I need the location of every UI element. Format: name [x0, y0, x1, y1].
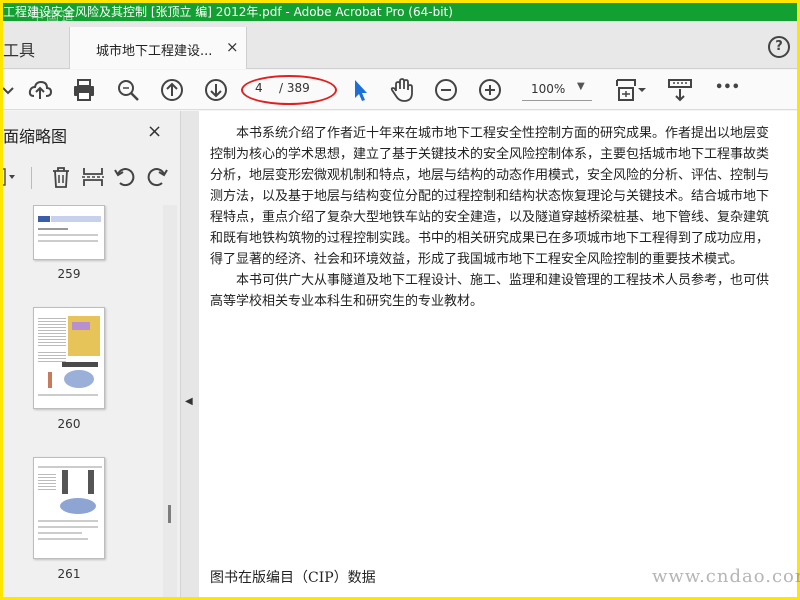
zoom-in-icon[interactable]	[477, 77, 503, 103]
more-icon[interactable]: •••	[715, 80, 741, 106]
trash-icon[interactable]	[49, 165, 73, 189]
thumbnail-page-number: 259	[57, 267, 81, 281]
text-line: 程特点，重点介绍了复杂大型地铁车站的安全建造，以及隧道穿越桥梁桩基、地下管线、复…	[210, 210, 770, 225]
panel-close-icon[interactable]: ×	[147, 121, 162, 142]
watermark-bottom: www.cndao.com	[652, 566, 800, 587]
print-icon[interactable]	[71, 77, 97, 103]
title-bar: 工程建设安全风险及其控制 [张顶立 编] 2012年.pdf - Adobe A…	[3, 3, 797, 21]
thumbnail-scrollbar[interactable]	[163, 205, 177, 597]
panel-title: 面缩略图	[3, 127, 68, 146]
scrollbar-thumb[interactable]	[168, 505, 171, 523]
text-line: 分析，地层变形宏微观机制和特点，地层与结构的动态作用模式，安全风险的分析、评估、…	[210, 168, 770, 183]
thumbnail-page-number: 260	[57, 417, 81, 431]
divider	[31, 167, 32, 189]
hand-tool-icon[interactable]	[389, 77, 415, 103]
cloud-upload-icon[interactable]	[27, 77, 53, 103]
zoom-select[interactable]: 100% ▼	[522, 79, 592, 101]
red-highlight-circle	[241, 75, 337, 105]
tab-document[interactable]: 城市地下工程建设... ×	[69, 27, 247, 69]
tab-close-icon[interactable]: ×	[226, 38, 239, 56]
text-line: 控制为核心的学术思想，建立了基于关键技术的安全风险控制体系，主要包括城市地下工程…	[210, 147, 770, 162]
zoom-value: 100%	[531, 82, 566, 96]
text-line: 本书系统介绍了作者近十年来在城市地下工程安全性控制方面的研究成果。作者提出以地层…	[210, 126, 770, 141]
acrobat-window: 工程建设安全风险及其控制 [张顶立 编] 2012年.pdf - Adobe A…	[3, 3, 797, 597]
page-down-icon[interactable]	[203, 77, 229, 103]
scroll-mode-icon[interactable]	[667, 77, 693, 103]
thumbnail-panel: 面缩略图 × 259 260 261	[3, 111, 181, 597]
page-thumbnail-261[interactable]	[33, 457, 105, 559]
page-thumbnail-260[interactable]	[33, 307, 105, 409]
select-cursor-icon[interactable]	[347, 77, 373, 103]
text-line: 高等学校相关专业本科生和研究生的专业教材。	[210, 294, 484, 309]
page-thumbnail-259[interactable]	[33, 205, 105, 260]
text-line: 本书可供广大从事隧道及地下工程设计、施工、监理和建设管理的工程技术人员参考，也可…	[210, 273, 770, 288]
extract-icon[interactable]	[81, 165, 105, 189]
tab-tools[interactable]: 工具	[3, 37, 35, 61]
page-up-icon[interactable]	[159, 77, 185, 103]
dropdown-caret-icon[interactable]	[635, 77, 649, 103]
panel-toolbar	[3, 161, 181, 195]
thumbnail-page-number: 261	[57, 567, 81, 581]
tab-row: 工具 城市地下工程建设... × ?	[3, 21, 797, 69]
dropdown-caret-icon[interactable]	[3, 77, 21, 103]
help-icon[interactable]: ?	[768, 36, 790, 58]
thumbnail-list: 259 260 261	[3, 205, 181, 597]
chevron-down-icon: ▼	[577, 81, 585, 92]
text-line: 得了显著的经济、社会和环境效益，形成了我国城市地下工程安全风险控制的重要技术模式…	[210, 252, 744, 267]
text-line: 测方法，以及基于地层与结构变位分配的过程控制和结构状态恢复理论与关键技术。结合城…	[210, 189, 770, 204]
collapse-left-icon[interactable]: ◀	[185, 396, 193, 407]
document-view: 本书系统介绍了作者近十年来在城市地下工程安全性控制方面的研究成果。作者提出以地层…	[199, 111, 797, 597]
tab-document-label: 城市地下工程建设...	[96, 44, 213, 59]
zoom-search-icon[interactable]	[115, 77, 141, 103]
zoom-out-icon[interactable]	[433, 77, 459, 103]
options-menu-icon[interactable]	[3, 165, 21, 189]
toolbar: 4 / 389 100% ▼ •••	[3, 70, 797, 110]
undo-icon[interactable]	[113, 165, 137, 189]
watermark-top: 中国道	[31, 10, 77, 21]
panel-collapse-bar[interactable]: ◀	[181, 111, 199, 597]
text-line: 和既有地铁构筑物的过程控制实践。书中的相关研究成果已在多项城市地下工程得到了成功…	[210, 231, 770, 246]
cip-heading: 图书在版编目（CIP）数据	[210, 570, 376, 586]
redo-icon[interactable]	[145, 165, 169, 189]
